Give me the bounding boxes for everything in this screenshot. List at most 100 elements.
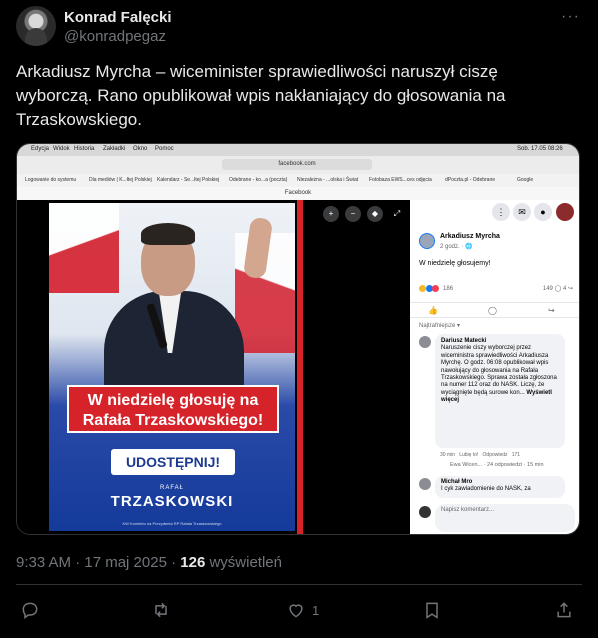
- poster-footer: KW Komitetu na Prezydenta RP Rafała Trza…: [122, 521, 222, 526]
- comment-text: I cyk zawiadomienie do NASK, za: [441, 486, 531, 492]
- love-reaction-icon: [432, 285, 440, 292]
- poster-headline: W niedzielę głosuję na Rafała Trzaskowsk…: [67, 385, 279, 433]
- share-icon: ↪: [548, 306, 555, 315]
- tweet-media-screenshot[interactable]: Edycja Widok Historia Zakładki Okno Pomo…: [16, 143, 580, 535]
- reply-icon: [22, 602, 38, 619]
- menubar-item: Zakładki: [103, 146, 126, 152]
- commenter-avatar: [419, 336, 431, 348]
- tag-icon: ◆: [367, 206, 383, 222]
- comment-icon: ◯: [488, 306, 497, 315]
- haha-reaction-icon: [419, 285, 426, 292]
- viewer-avatar: [419, 506, 431, 518]
- poster-headline-line1: W niedzielę głosuję na: [87, 392, 259, 409]
- comment-likes: 171: [511, 452, 521, 458]
- comment-sort: Najtrafniejsze ▾: [419, 323, 461, 329]
- timestamp-text[interactable]: 9:33 AM · 17 maj 2025 ·: [16, 554, 180, 571]
- comment-author: Dariusz Matecki: [441, 338, 487, 344]
- share-button[interactable]: [554, 600, 574, 622]
- author-avatar[interactable]: [16, 6, 56, 46]
- reactions-count: 186: [443, 286, 454, 293]
- comment-author: Michał Mro: [441, 479, 473, 485]
- post-action-bar: 👍 ◯ ↪: [410, 302, 579, 318]
- browser-toolbar: facebook.com: [17, 156, 579, 174]
- candidate-hair: [141, 223, 195, 245]
- engagement-counts: 149 ◯ 4 ↪: [543, 285, 573, 292]
- bookmark-button[interactable]: [422, 600, 442, 622]
- share-icon: ↪: [567, 286, 573, 292]
- tweet-header: Konrad Falęcki @konradpegaz ···: [16, 6, 582, 46]
- comment-bubble: Michał Mro I cyk zawiadomienie do NASK, …: [435, 476, 565, 498]
- comment-meta: 30 min Lubię to! Odpowiedz 171: [440, 452, 520, 458]
- profile-avatar: [556, 203, 574, 221]
- menubar-item: Pomoc: [155, 146, 174, 152]
- comment-icon: ◯: [554, 286, 563, 292]
- browser-tab-title: Facebook: [17, 187, 579, 200]
- fb-photo-viewer: W niedzielę głosuję na Rafała Trzaskowsk…: [17, 200, 410, 534]
- menubar-item: Widok: [53, 146, 70, 152]
- address-bar: facebook.com: [222, 159, 372, 170]
- bookmark-item: Logowanie do systemu: [25, 177, 77, 183]
- comment-like: Lubię to!: [459, 452, 479, 458]
- comment-composer: Napisz komentarz...: [435, 504, 575, 532]
- tweet: Konrad Falęcki @konradpegaz ··· Arkadius…: [0, 0, 598, 638]
- commenter-avatar: [419, 478, 431, 490]
- comments-count: 149: [542, 286, 553, 292]
- like-button[interactable]: 1: [286, 600, 319, 622]
- bookmark-item: dPoczta.pl - Odebrane: [445, 177, 496, 183]
- messenger-icon: ✉: [513, 203, 531, 221]
- mac-menubar: Edycja Widok Historia Zakładki Okno Pomo…: [17, 144, 579, 156]
- menubar-clock: Sob. 17.05 08:26: [517, 146, 563, 152]
- menubar-item: Okno: [133, 146, 148, 152]
- reactions-summary: 186: [419, 285, 453, 292]
- bookmark-item: Dla mediów | K...łtej Polskiej: [89, 177, 152, 183]
- campaign-poster: W niedzielę głosuję na Rafała Trzaskowsk…: [49, 203, 295, 531]
- poster-share-label: UDOSTĘPNIJ!: [111, 449, 235, 475]
- views-count: 126: [180, 554, 206, 571]
- bookmark-item: Kalendarz - Se...łtej Polskiej: [157, 177, 220, 183]
- poster-headline-line2: Rafała Trzaskowskiego!: [82, 412, 264, 429]
- repost-button[interactable]: [151, 600, 171, 622]
- flag-shape: [49, 203, 119, 293]
- divider: [16, 584, 582, 585]
- bookmarks-bar: Logowanie do systemu Dla mediów | K...łt…: [17, 174, 579, 187]
- views-label: wyświetleń: [205, 554, 282, 571]
- like-icon: 👍: [428, 306, 438, 315]
- fb-top-icons: ⋮ ✉ ●: [410, 200, 579, 224]
- reply-button[interactable]: [20, 600, 40, 622]
- menubar-item: Historia: [74, 146, 95, 152]
- menubar-item: Edycja: [31, 146, 50, 152]
- bookmark-icon: [426, 602, 438, 619]
- bell-icon: ●: [534, 203, 552, 221]
- fb-post-panel: ⋮ ✉ ● Arkadiusz Myrcha 2 godz. · 🌐 W nie…: [410, 200, 579, 534]
- like-count: 1: [312, 602, 320, 618]
- tweet-text: Arkadiusz Myrcha – wiceminister sprawied…: [16, 62, 506, 129]
- zoom-out-icon: −: [345, 206, 361, 222]
- share-icon: [557, 602, 571, 618]
- comment-bubble: Dariusz Matecki Naruszenie ciszy wyborcz…: [435, 334, 565, 448]
- bookmark-item: Niezależna - ...olska i Świat: [297, 177, 359, 183]
- heart-icon: [289, 604, 303, 618]
- author-handle[interactable]: @konradpegaz: [64, 28, 166, 45]
- post-author-name: Arkadiusz Myrcha: [440, 233, 500, 240]
- shares-count: 4: [562, 286, 567, 292]
- post-author-avatar: [419, 233, 435, 249]
- zoom-in-icon: +: [323, 206, 339, 222]
- bookmark-item: Odebrane - ko...a (poczta): [229, 177, 288, 183]
- repost-icon: [155, 602, 167, 618]
- bookmark-item: Fotobaza EWS...ces odjęcia: [369, 177, 432, 183]
- replies-link: Ewa Wicen... · 24 odpowiedzi · 15 min: [450, 462, 544, 468]
- bookmark-item: Google: [517, 177, 534, 183]
- comment-time: 30 min: [440, 452, 456, 458]
- fullscreen-icon: ⤢: [393, 209, 401, 218]
- post-text: W niedzielę głosujemy!: [419, 260, 491, 267]
- tweet-timestamp: 9:33 AM · 17 maj 2025 · 126 wyświetleń: [16, 554, 282, 571]
- viewer-divider: [297, 200, 303, 534]
- comment-text: Naruszenie ciszy wyborczej przez wicemin…: [441, 345, 557, 396]
- author-name[interactable]: Konrad Falęcki: [64, 9, 172, 26]
- menu-grid-icon: ⋮: [492, 203, 510, 221]
- post-meta: 2 godz. · 🌐: [440, 244, 473, 250]
- poster-surname: TRZASKOWSKI: [110, 493, 234, 510]
- more-options-icon[interactable]: ···: [561, 8, 580, 26]
- comment-reply: Odpowiedz: [482, 452, 508, 458]
- poster-firstname: RAFAŁ: [159, 485, 184, 491]
